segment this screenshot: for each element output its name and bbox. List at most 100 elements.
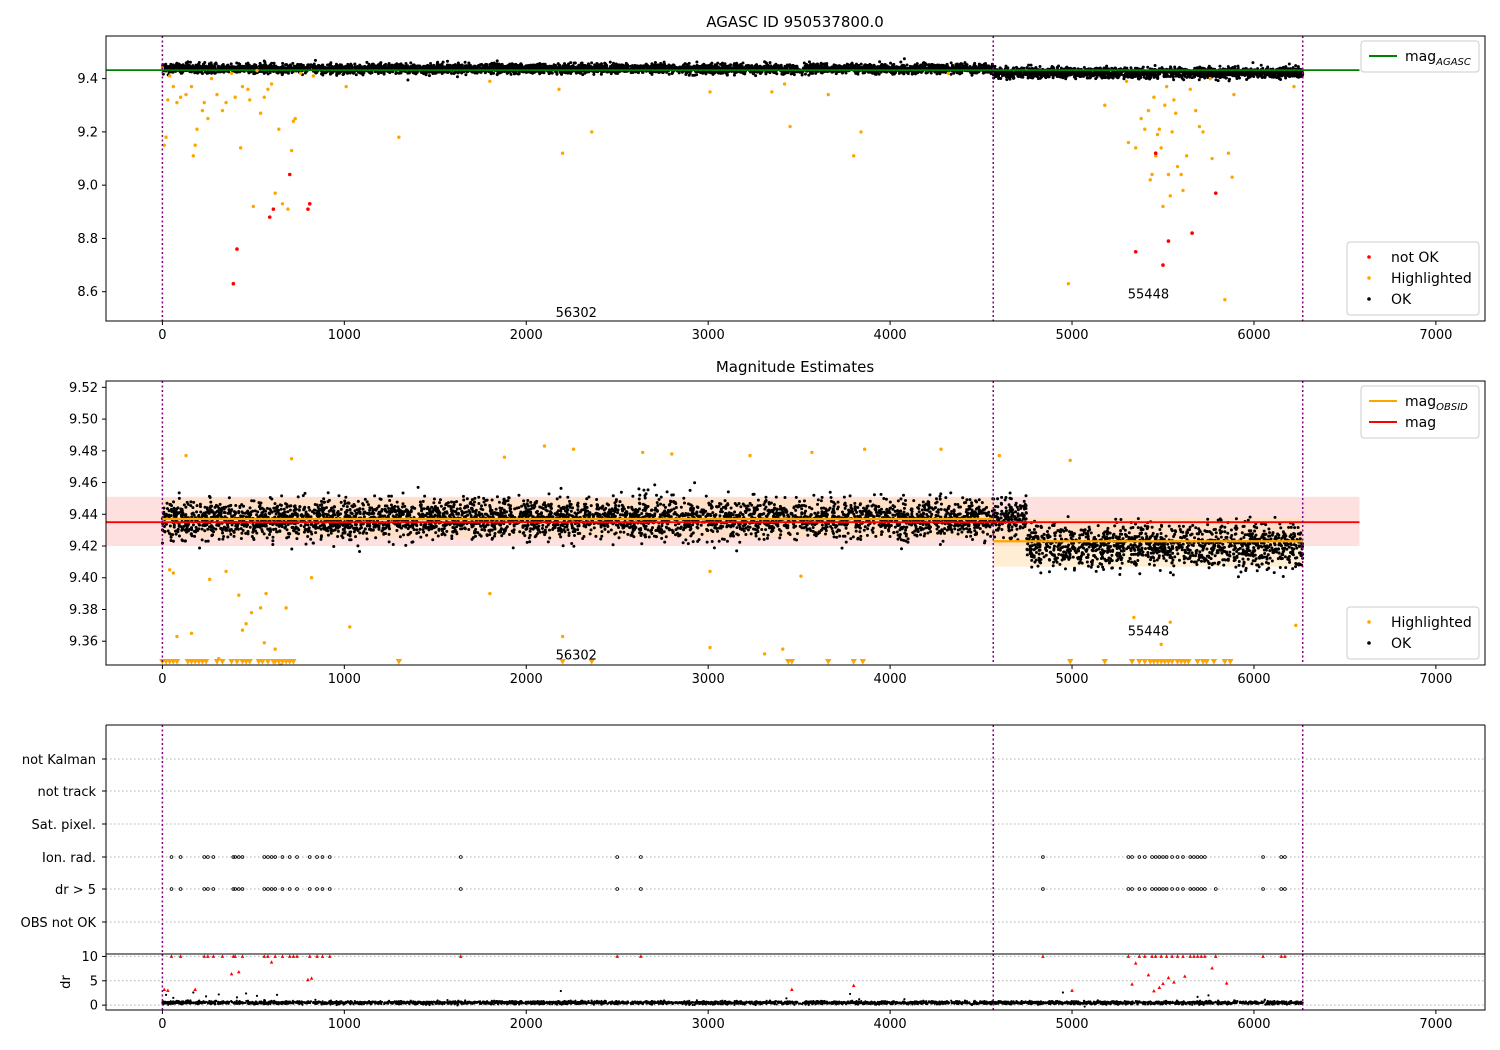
top-ok-point <box>194 64 198 68</box>
top-ok-point <box>301 66 305 70</box>
top-ok-point <box>480 62 484 66</box>
top-ok-point <box>691 73 695 77</box>
top-ok-point <box>424 72 428 76</box>
top-ok-point <box>470 65 474 69</box>
top-ok-point <box>903 66 907 70</box>
top-ok-point <box>592 72 596 76</box>
top-ok-point <box>821 62 825 66</box>
top-ok-point <box>632 65 636 69</box>
top-ok-point <box>913 72 917 76</box>
top-ok-point <box>489 64 493 68</box>
top-ok-point <box>814 71 818 75</box>
top-ok-point <box>201 66 205 70</box>
top-ok-point <box>233 66 237 70</box>
top-ok-point <box>699 64 703 68</box>
top-ok-point <box>210 71 214 75</box>
top-ok-point <box>437 65 441 69</box>
top-ok-point <box>789 72 793 76</box>
top-ok-point <box>771 66 775 70</box>
top-ok-point <box>406 78 410 82</box>
top-ok-point <box>662 63 666 67</box>
top-ok-point <box>659 61 663 65</box>
top-ok-point <box>741 61 745 65</box>
top-ok-point <box>682 65 686 69</box>
top-ok-point <box>191 64 195 68</box>
top-ok-point <box>924 71 928 75</box>
top-chart-title: AGASC ID 950537800.0 <box>706 13 884 31</box>
top-ok-point <box>764 72 768 76</box>
top-ok-point <box>339 63 343 67</box>
middle-chart-title: Magnitude Estimates <box>716 358 874 376</box>
top-ok-point <box>244 62 248 66</box>
top-ok-point <box>188 60 192 64</box>
top-ok-point <box>397 63 401 67</box>
top-ok-point <box>272 64 276 68</box>
top-ok-point <box>346 62 350 66</box>
top-ok-point <box>1197 78 1201 82</box>
top-ok-point <box>449 71 453 75</box>
top-ok-point <box>258 61 262 65</box>
top-ok-point <box>889 61 893 65</box>
top-ok-point <box>213 71 217 75</box>
top-ok-point <box>695 60 699 64</box>
top-ok-point <box>258 64 262 68</box>
top-ok-point <box>569 61 573 65</box>
top-ok-point <box>267 65 271 69</box>
top-ok-point <box>609 66 613 70</box>
top-ok-point <box>320 63 324 67</box>
top-ok-point <box>229 62 233 66</box>
top-ok-point <box>546 66 550 70</box>
top-ok-point <box>272 61 276 65</box>
top-ok-point <box>252 72 256 76</box>
top-ok-point <box>573 61 577 65</box>
top-ok-point <box>624 61 628 65</box>
top-ok-point <box>671 63 675 67</box>
top-ok-point <box>306 63 310 67</box>
top-ok-point <box>986 70 990 74</box>
top-ok-point <box>911 65 915 69</box>
top-ok-point <box>677 71 681 75</box>
top-ok-point <box>803 72 807 76</box>
top-ok-point <box>228 66 232 70</box>
top-ok-point <box>599 72 603 76</box>
top-ok-point <box>764 61 768 65</box>
top-ok-point <box>312 62 316 66</box>
top-ok-point <box>619 63 623 67</box>
top-ok-point <box>682 62 686 66</box>
top-ok-point <box>171 63 175 67</box>
top-ok-point <box>324 71 328 75</box>
top-ok-point <box>970 73 974 77</box>
top-ok-point <box>309 65 313 69</box>
top-ok-point <box>563 62 567 66</box>
top-ok-point <box>787 64 791 68</box>
top-ok-point <box>766 63 770 67</box>
top-ok-point <box>583 71 587 75</box>
top-ok-point <box>868 64 872 68</box>
top-ok-point <box>891 72 895 76</box>
top-ok-point <box>1245 77 1249 81</box>
top-ok-point <box>950 66 954 70</box>
top-ok-point <box>859 65 863 69</box>
top-ok-point <box>517 64 521 68</box>
top-ok-point <box>649 66 653 70</box>
top-ok-point <box>581 63 585 67</box>
top-ok-point <box>902 72 906 76</box>
top-ok-point <box>902 57 906 61</box>
top-ok-point <box>422 65 426 69</box>
top-ok-point <box>1146 65 1150 69</box>
top-ok-point <box>734 64 738 68</box>
top-ok-point <box>455 75 459 79</box>
top-ok-point <box>688 71 692 75</box>
top-ok-point <box>732 63 736 67</box>
top-ok-point <box>367 70 371 74</box>
top-ok-point <box>719 66 723 70</box>
top-ok-point <box>374 64 378 68</box>
top-ok-point <box>862 64 866 68</box>
top-ok-point <box>414 64 418 68</box>
top-ok-point <box>716 61 720 65</box>
top-ok-point <box>353 62 357 66</box>
top-ok-point <box>614 62 618 66</box>
top-ok-point <box>937 63 941 67</box>
top-ok-point <box>371 62 375 66</box>
top-ok-point <box>555 72 559 76</box>
